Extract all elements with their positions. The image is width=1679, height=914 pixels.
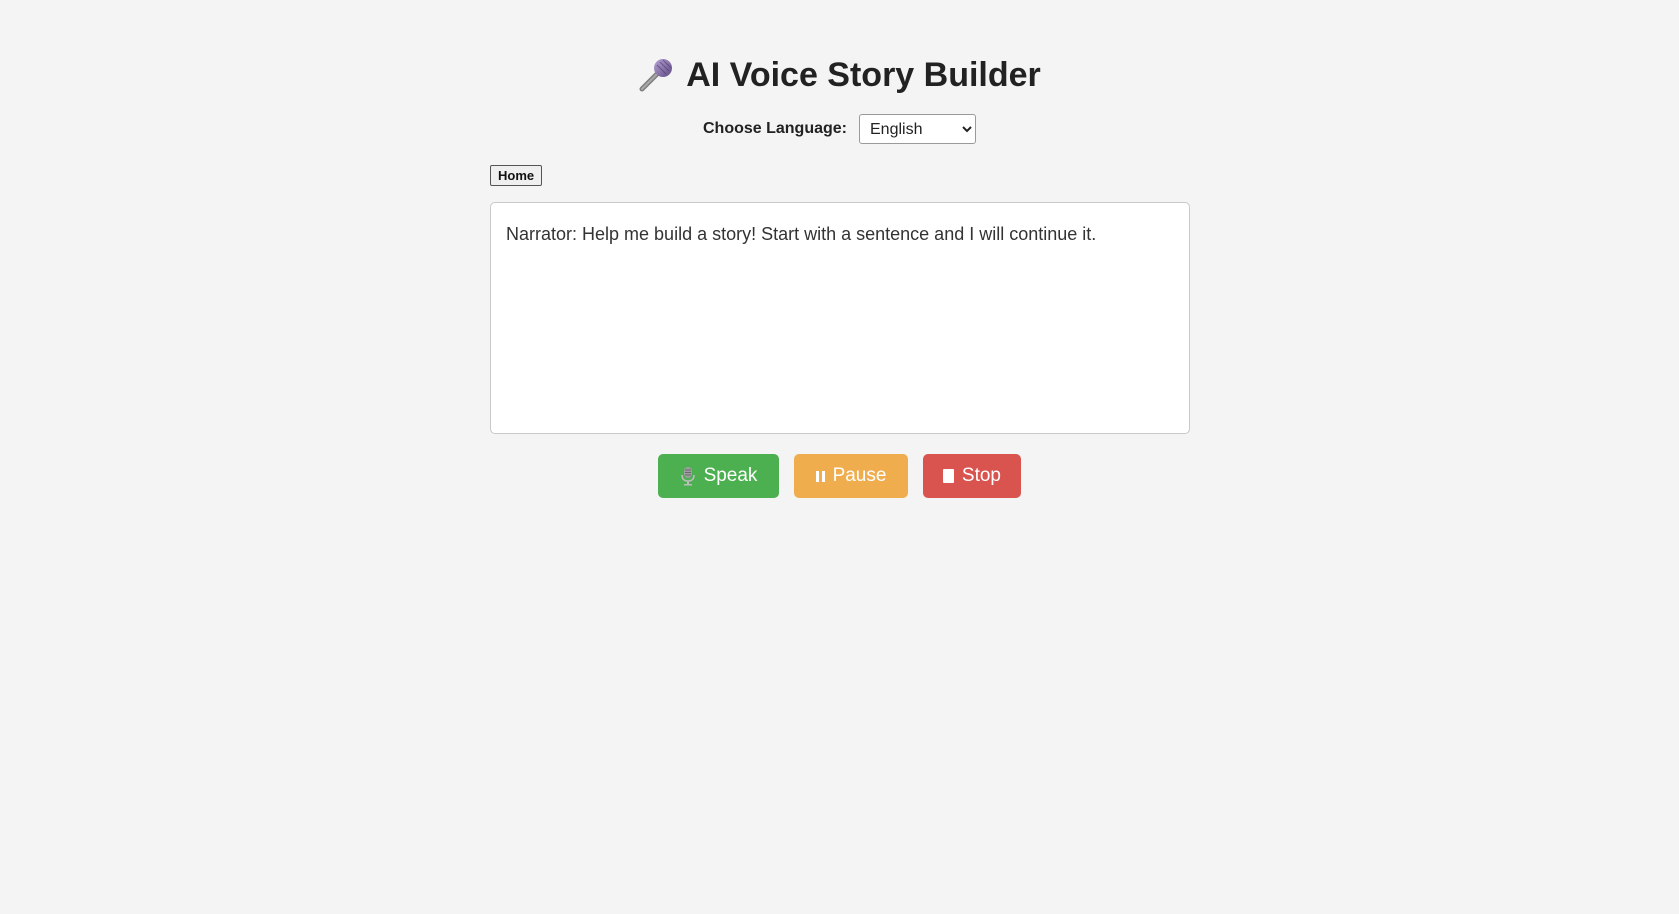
studio-microphone-icon — [680, 467, 695, 486]
page-title: AI Voice Story Builder — [0, 50, 1679, 100]
pause-label: Pause — [832, 465, 887, 486]
language-label: Choose Language: — [702, 120, 847, 137]
stop-icon — [943, 469, 954, 483]
story-text: Narrator: Help me build a story! Start w… — [506, 224, 1097, 244]
language-select[interactable]: English — [859, 114, 976, 144]
speak-label: Speak — [703, 465, 758, 486]
pause-icon — [815, 470, 825, 482]
microphone-icon — [639, 59, 673, 92]
pause-button[interactable]: Pause — [794, 454, 908, 498]
story-output[interactable]: Narrator: Help me build a story! Start w… — [490, 202, 1190, 434]
speak-button[interactable]: Speak — [658, 454, 779, 498]
stop-button[interactable]: Stop — [923, 454, 1021, 498]
language-row: Choose Language: English — [0, 114, 1679, 144]
page: AI Voice Story Builder Choose Language: … — [0, 0, 1679, 914]
stop-label: Stop — [961, 465, 1001, 486]
title-text: AI Voice Story Builder — [686, 56, 1041, 94]
controls-row: Speak Pause Stop — [0, 454, 1679, 498]
home-button[interactable]: Home — [490, 165, 543, 186]
